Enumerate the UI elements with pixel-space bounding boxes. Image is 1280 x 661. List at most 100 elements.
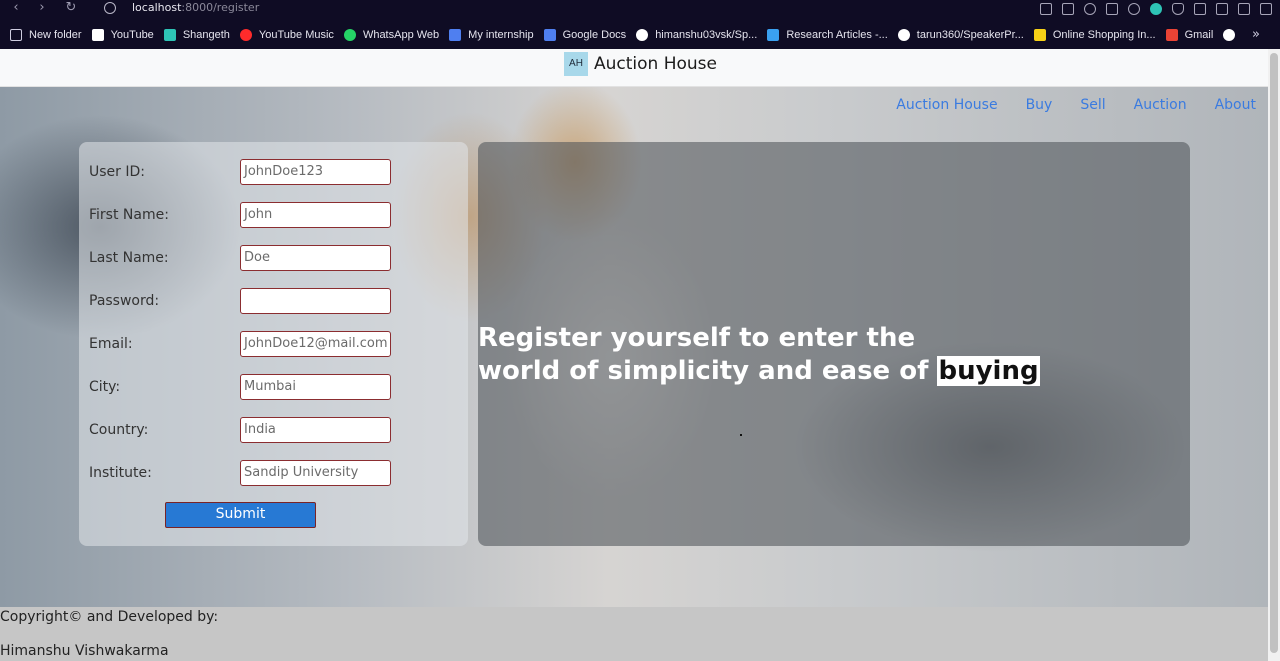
country-label: Country: <box>89 422 149 438</box>
first-name-label: First Name: <box>89 207 169 223</box>
page-scrollbar[interactable] <box>1268 49 1280 661</box>
back-icon[interactable]: ‹ <box>8 0 24 18</box>
extension-chat-icon[interactable] <box>1150 3 1162 15</box>
bookmark-item[interactable]: My internship <box>449 29 534 41</box>
bookmark-label: Research Articles -... <box>786 29 888 41</box>
footer-author: Himanshu Vishwakarma <box>0 643 169 659</box>
footer-copyright: Copyright© and Developed by: <box>0 609 219 625</box>
youtube-music-icon <box>239 29 252 41</box>
bookmark-item[interactable]: himanshu03vsk/Sp... <box>636 29 757 41</box>
bookmark-item[interactable]: Shangeth <box>163 29 230 41</box>
shield-icon[interactable] <box>1172 3 1184 15</box>
google-icon <box>1223 29 1236 41</box>
promo-text: Register yourself to enter the world of … <box>478 322 1040 388</box>
bookmark-label: Gmail <box>1184 29 1214 41</box>
city-label: City: <box>89 379 121 395</box>
bookmark-label: New folder <box>29 29 82 41</box>
form-row-country: Country: India <box>79 417 468 443</box>
institute-label: Institute: <box>89 465 152 481</box>
address-bar[interactable]: localhost:8000/register <box>132 1 259 15</box>
email-input[interactable]: JohnDoe12@mail.com <box>240 331 391 357</box>
url-path: :8000/register <box>181 1 260 14</box>
form-row-password: Password: <box>79 288 468 314</box>
page: AH Auction House Auction House Buy Sell … <box>0 49 1268 661</box>
reload-icon[interactable]: ↻ <box>63 0 79 18</box>
bookmark-label: My internship <box>468 29 534 41</box>
edit-icon[interactable] <box>1040 3 1052 15</box>
bookmark-label: tarun360/SpeakerPr... <box>916 29 1024 41</box>
bookmark-label: YouTube <box>110 29 154 41</box>
download-icon[interactable] <box>1216 3 1228 15</box>
google-forms-icon <box>449 29 462 41</box>
form-row-city: City: Mumbai <box>79 374 468 400</box>
url-host: localhost <box>132 1 182 14</box>
whatsapp-icon <box>343 29 356 41</box>
register-form: User ID: JohnDoe123 First Name: John Las… <box>79 142 468 546</box>
country-input[interactable]: India <box>240 417 391 443</box>
bookmarks-more-icon[interactable]: » <box>1252 27 1260 42</box>
promo-line-2-text: world of simplicity and ease of <box>478 356 938 386</box>
bookmark-item[interactable]: YouTube Music <box>239 29 334 41</box>
bookmark-label: himanshu03vsk/Sp... <box>655 29 758 41</box>
folder-icon <box>10 29 22 41</box>
document-icon <box>91 29 104 41</box>
flipkart-icon <box>1033 29 1046 41</box>
bookmark-item[interactable]: tarun360/SpeakerPr... <box>897 29 1024 41</box>
decorative-dot <box>740 434 742 436</box>
cube-icon[interactable] <box>1194 3 1206 15</box>
promo-line-2: world of simplicity and ease of buying <box>478 355 1040 388</box>
nav-link-about[interactable]: About <box>1215 96 1256 114</box>
first-name-input[interactable]: John <box>240 202 391 228</box>
nav-link-auction[interactable]: Auction <box>1134 96 1187 114</box>
form-row-institute: Institute: Sandip University <box>79 460 468 486</box>
gmail-icon <box>1165 29 1178 41</box>
password-input[interactable] <box>240 288 391 314</box>
user-id-input[interactable]: JohnDoe123 <box>240 159 391 185</box>
bookmark-item[interactable]: Online Shopping In... <box>1033 29 1156 41</box>
promo-panel: Register yourself to enter the world of … <box>478 142 1190 546</box>
bookmark-item[interactable]: New folder <box>10 29 82 41</box>
institute-input[interactable]: Sandip University <box>240 460 391 486</box>
last-name-label: Last Name: <box>89 250 169 266</box>
send-icon[interactable] <box>1106 3 1118 15</box>
form-row-user-id: User ID: JohnDoe123 <box>79 159 468 185</box>
google-docs-icon <box>543 29 556 41</box>
password-label: Password: <box>89 293 160 309</box>
browser-toolbar: ‹ › ↻ localhost:8000/register <box>0 0 1280 21</box>
promo-line-1: Register yourself to enter the <box>478 323 916 353</box>
main-nav: Auction House Buy Sell Auction About <box>896 96 1256 114</box>
menu-icon[interactable] <box>1260 3 1272 15</box>
bookmark-item[interactable]: Google Docs <box>543 29 626 41</box>
nav-link-sell[interactable]: Sell <box>1080 96 1105 114</box>
bookmark-label: Shangeth <box>182 29 230 41</box>
site-info-icon[interactable] <box>104 2 116 14</box>
bookmark-item[interactable]: Research Articles -... <box>767 29 888 41</box>
nav-link-buy[interactable]: Buy <box>1026 96 1053 114</box>
site-title: Auction House <box>594 54 717 74</box>
bookmark-item[interactable]: WhatsApp Web <box>343 29 440 41</box>
email-label: Email: <box>89 336 133 352</box>
battery-icon[interactable] <box>1238 3 1250 15</box>
last-name-input[interactable]: Doe <box>240 245 391 271</box>
github-icon <box>636 29 649 41</box>
bookmarks-bar: New folder YouTube Shangeth YouTube Music Wh… <box>0 21 1280 49</box>
google-bookmark[interactable] <box>1223 29 1242 41</box>
submit-button[interactable]: Submit <box>165 502 316 528</box>
site-logo[interactable]: AH <box>564 52 588 76</box>
form-row-last-name: Last Name: Doe <box>79 245 468 271</box>
camera-icon[interactable] <box>1062 3 1074 15</box>
bookmark-item[interactable]: YouTube <box>91 29 154 41</box>
city-input[interactable]: Mumbai <box>240 374 391 400</box>
extension-bar <box>1040 0 1280 18</box>
heart-icon[interactable] <box>1128 3 1140 15</box>
hero-section: Auction House Buy Sell Auction About Use… <box>0 87 1268 607</box>
site-header: AH Auction House <box>0 49 1268 87</box>
shangeth-icon <box>163 29 176 41</box>
bookmark-item[interactable]: Gmail <box>1165 29 1214 41</box>
scrollbar-thumb[interactable] <box>1270 53 1278 653</box>
forward-icon[interactable]: › <box>34 0 50 18</box>
close-circle-icon[interactable] <box>1084 3 1096 15</box>
nav-link-auction-house[interactable]: Auction House <box>896 96 997 114</box>
bookmark-label: WhatsApp Web <box>362 29 440 41</box>
github-icon <box>897 29 910 41</box>
